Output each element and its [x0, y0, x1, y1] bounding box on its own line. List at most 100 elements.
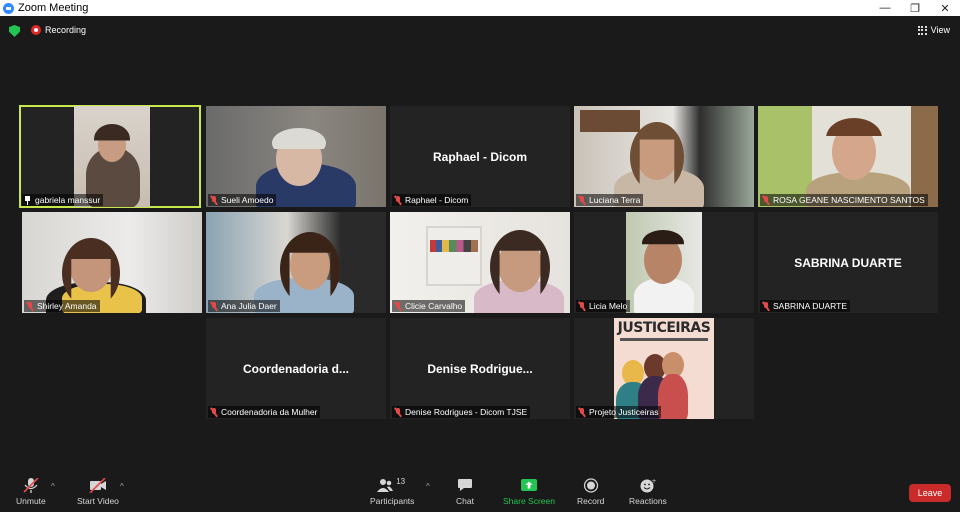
participant-name: gabriela manssur	[35, 195, 101, 205]
participant-nametag: gabriela manssur	[22, 194, 104, 206]
view-label: View	[930, 25, 950, 35]
video-tile-rosa[interactable]: ROSA GEANE NASCIMENTO SANTOS	[758, 106, 938, 207]
participant-nametag: Coordenadoria da Mulher	[208, 406, 321, 418]
participant-nametag: Licia Melo	[576, 300, 631, 312]
participant-nametag: ROSA GEANE NASCIMENTO SANTOS	[760, 194, 928, 206]
zoom-logo-icon	[3, 2, 14, 14]
muted-mic-icon	[210, 407, 218, 417]
video-feed	[574, 106, 754, 207]
participant-nametag: Shirley Amanda	[24, 300, 100, 312]
participant-name: ROSA GEANE NASCIMENTO SANTOS	[773, 195, 925, 205]
view-button[interactable]: View	[917, 25, 950, 35]
audio-options-caret[interactable]: ^	[51, 482, 55, 491]
muted-mic-icon	[26, 301, 34, 311]
participant-display-name: Coordenadoria d...	[242, 361, 349, 376]
chat-icon	[456, 478, 474, 493]
video-tile-luciana[interactable]: Luciana Terra	[574, 106, 754, 207]
video-tile-gabriela[interactable]: gabriela manssur	[19, 105, 201, 208]
video-tile-sabrina[interactable]: SABRINA DUARTE SABRINA DUARTE	[758, 212, 938, 313]
video-tile-shirley[interactable]: Shirley Amanda	[22, 212, 202, 313]
muted-mic-icon	[578, 407, 586, 417]
muted-mic-icon	[578, 301, 586, 311]
participant-nametag: Sueli Amoedo	[208, 194, 277, 206]
participants-options-caret[interactable]: ^	[426, 482, 430, 491]
participant-display-name: Raphael - Dicom	[432, 149, 528, 164]
video-feed	[22, 212, 202, 313]
start-video-button[interactable]: Start Video	[77, 477, 119, 506]
participant-name: Shirley Amanda	[37, 301, 97, 311]
muted-microphone-icon	[22, 477, 40, 493]
grid-view-icon	[917, 25, 927, 35]
participants-count: 13	[396, 477, 406, 486]
video-feed	[74, 106, 150, 207]
muted-mic-icon	[394, 301, 402, 311]
participant-name: Projeto Justiceiras	[589, 407, 659, 417]
video-tile-clicie[interactable]: Clicie Carvalho	[390, 212, 570, 313]
justiceiras-poster: JUSTICEIRAS	[614, 318, 714, 419]
video-tile-raphael[interactable]: Raphael - Dicom Raphael - Dicom	[390, 106, 570, 207]
muted-mic-icon	[210, 195, 218, 205]
minimize-button[interactable]: —	[870, 0, 900, 16]
participant-name: Denise Rodrigues - Dicom TJSE	[405, 407, 528, 417]
unmute-button[interactable]: Unmute	[16, 477, 46, 506]
video-feed	[206, 106, 386, 207]
share-screen-label: Share Screen	[503, 496, 555, 506]
muted-mic-icon	[762, 195, 770, 205]
participant-nametag: Clicie Carvalho	[392, 300, 466, 312]
muted-mic-icon	[394, 407, 402, 417]
video-tile-licia[interactable]: Licia Melo	[574, 212, 754, 313]
video-tile-ana-julia[interactable]: Ana Julia Daer	[206, 212, 386, 313]
participant-nametag: Raphael - Dicom	[392, 194, 472, 206]
participants-icon: 13	[376, 477, 408, 493]
chat-label: Chat	[456, 496, 474, 506]
window-titlebar: Zoom Meeting — ❐ ✕	[0, 0, 960, 16]
video-feed	[626, 212, 702, 313]
chat-button[interactable]: Chat	[456, 478, 474, 506]
participant-display-name: SABRINA DUARTE	[794, 255, 902, 270]
share-screen-button[interactable]: Share Screen	[503, 478, 555, 506]
participant-name: Luciana Terra	[589, 195, 641, 205]
reactions-button[interactable]: + Reactions	[629, 478, 667, 506]
share-screen-icon	[520, 478, 538, 493]
participant-name: Sueli Amoedo	[221, 195, 274, 205]
recording-icon	[31, 25, 41, 35]
meeting-topbar: Recording View	[0, 16, 960, 46]
participant-name: Clicie Carvalho	[405, 301, 463, 311]
participant-nametag: Luciana Terra	[576, 194, 644, 206]
record-button[interactable]: Record	[577, 478, 604, 506]
participants-label: Participants	[370, 496, 415, 506]
muted-mic-icon	[394, 195, 402, 205]
pin-icon	[24, 195, 31, 205]
window-title: Zoom Meeting	[18, 2, 89, 14]
video-tile-coordenadoria[interactable]: Coordenadoria d... Coordenadoria da Mulh…	[206, 318, 386, 419]
reactions-label: Reactions	[629, 496, 667, 506]
record-label: Record	[577, 496, 605, 506]
video-tile-sueli[interactable]: Sueli Amoedo	[206, 106, 386, 207]
video-tile-denise[interactable]: Denise Rodrigue... Denise Rodrigues - Di…	[390, 318, 570, 419]
close-button[interactable]: ✕	[930, 0, 960, 16]
muted-mic-icon	[762, 301, 770, 311]
meeting-toolbar: Unmute ^ Start Video ^ 13 Participants ^…	[0, 470, 960, 512]
record-icon	[582, 478, 600, 493]
restore-button[interactable]: ❐	[900, 0, 930, 16]
security-shield-icon[interactable]	[9, 25, 20, 37]
start-video-label: Start Video	[77, 496, 119, 506]
participant-name: Coordenadoria da Mulher	[221, 407, 318, 417]
reactions-icon: +	[639, 478, 657, 493]
leave-button[interactable]: Leave	[909, 484, 951, 502]
participant-nametag: SABRINA DUARTE	[760, 300, 851, 312]
participant-name: Ana Julia Daer	[221, 301, 277, 311]
video-feed	[206, 212, 386, 313]
video-tile-justiceiras[interactable]: JUSTICEIRAS Projeto Justiceiras	[574, 318, 754, 419]
poster-title: JUSTICEIRAS	[617, 320, 711, 336]
recording-indicator[interactable]: Recording	[31, 25, 86, 35]
participant-display-name: Denise Rodrigue...	[427, 361, 533, 376]
video-feed	[390, 212, 570, 313]
unmute-label: Unmute	[16, 496, 46, 506]
svg-text:+: +	[651, 478, 656, 485]
participant-nametag: Projeto Justiceiras	[576, 406, 662, 418]
recording-label: Recording	[45, 25, 87, 35]
participants-button[interactable]: 13 Participants	[370, 477, 415, 506]
participant-name: Raphael - Dicom	[405, 195, 469, 205]
video-options-caret[interactable]: ^	[120, 482, 124, 491]
